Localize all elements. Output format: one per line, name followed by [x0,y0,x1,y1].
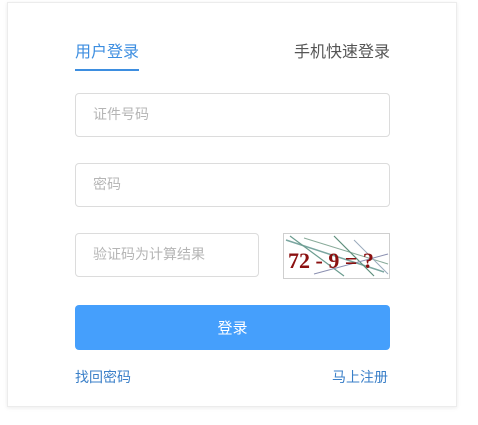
password-field[interactable] [75,163,390,207]
captcha-field[interactable] [75,233,259,277]
find-password-link[interactable]: 找回密码 [75,367,131,387]
login-button[interactable]: 登录 [75,305,390,350]
captcha-graphic: 72 - 9 = ? [284,234,389,278]
tab-phone-login[interactable]: 手机快速登录 [294,41,390,63]
captcha-text: 72 - 9 = ? [288,248,374,273]
password-input[interactable] [76,164,389,206]
captcha-input[interactable] [76,234,258,276]
id-number-input[interactable] [76,94,389,136]
id-number-field[interactable] [75,93,390,137]
login-card: 用户登录 手机快速登录 72 - 9 = ? 登录 找回密码 马上注册 [7,2,457,407]
register-link[interactable]: 马上注册 [332,367,388,387]
login-tabs: 用户登录 手机快速登录 [75,41,390,71]
tab-user-login[interactable]: 用户登录 [75,41,140,71]
captcha-image[interactable]: 72 - 9 = ? [283,233,390,279]
